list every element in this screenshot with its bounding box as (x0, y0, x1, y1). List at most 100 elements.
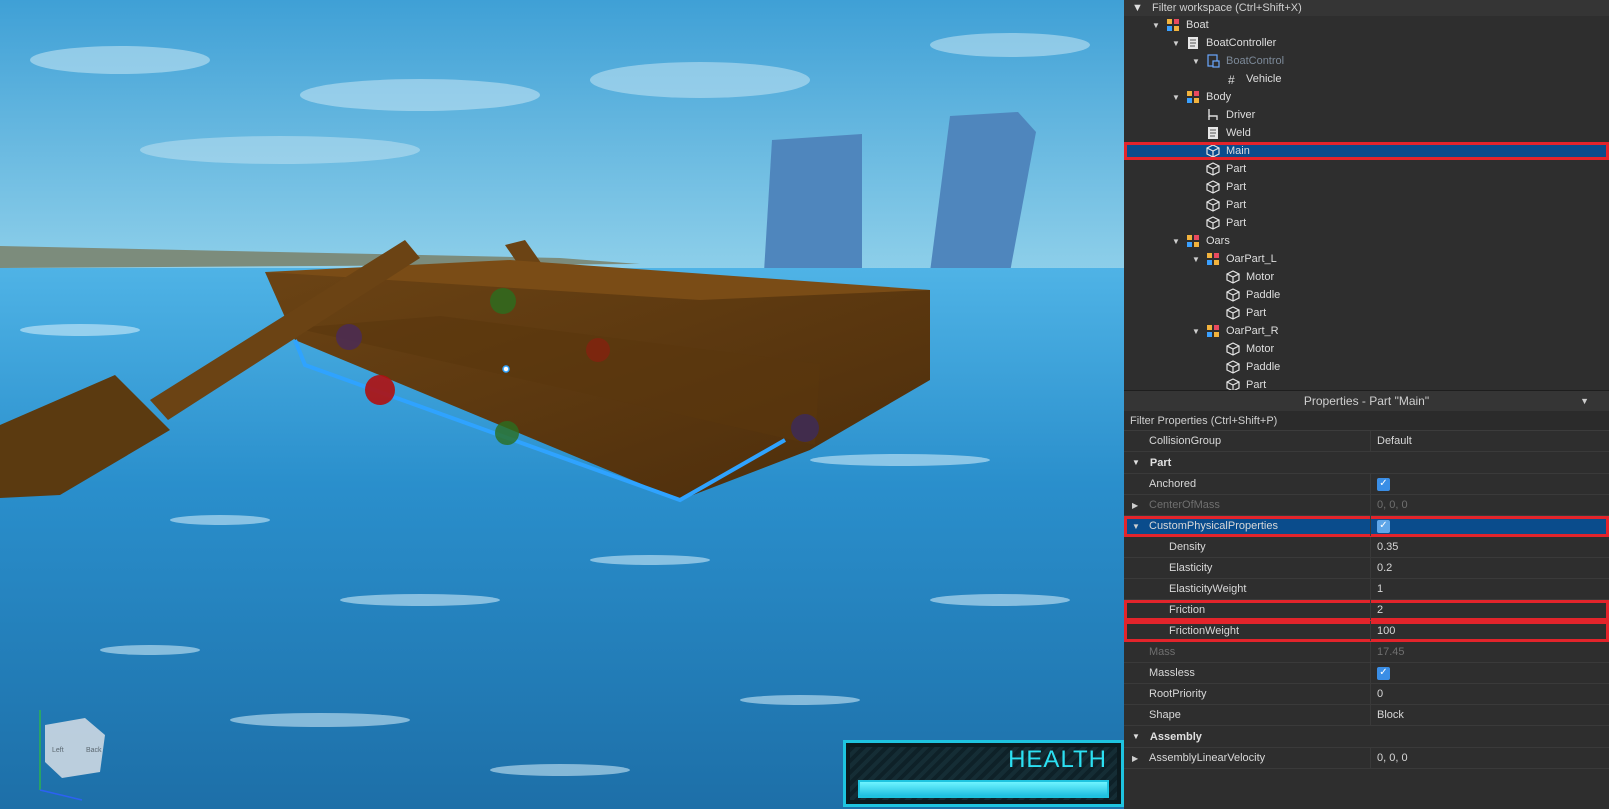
property-row-density[interactable]: Density 0.35 (1124, 537, 1609, 558)
explorer-item-oarpart-r[interactable]: ▼ OarPart_R (1124, 322, 1609, 340)
explorer-tree: ▼ Boat ▼ BoatController ▼ BoatControl # Vehicle… (1124, 16, 1609, 390)
property-row-frictionweight[interactable]: FrictionWeight 100 (1124, 621, 1609, 642)
explorer-item-part[interactable]: Part (1124, 196, 1609, 214)
property-row-customphysicalproperties[interactable]: ▼ CustomPhysicalProperties ✓ (1124, 516, 1609, 537)
collapse-arrow-icon[interactable]: ▶ (1132, 501, 1138, 510)
expand-arrow-icon[interactable]: ▼ (1170, 93, 1182, 102)
explorer-item-label: Part (1226, 199, 1247, 211)
explorer-item-part[interactable]: Part (1124, 304, 1609, 322)
property-value[interactable]: 0, 0, 0 (1377, 752, 1408, 764)
explorer-item-weld[interactable]: Weld (1124, 124, 1609, 142)
health-bar-fill (860, 782, 1107, 796)
property-row-shape[interactable]: Shape Block (1124, 705, 1609, 726)
script-icon (1186, 36, 1200, 50)
property-value[interactable]: 0, 0, 0 (1377, 499, 1408, 511)
explorer-item-part[interactable]: Part (1124, 214, 1609, 232)
cube-face-back: Back (86, 747, 102, 754)
explorer-item-part[interactable]: Part (1124, 160, 1609, 178)
chevron-down-icon[interactable]: ▼ (1580, 396, 1589, 406)
property-row-massless[interactable]: Massless ✓ (1124, 663, 1609, 684)
property-value[interactable]: Default (1377, 435, 1412, 447)
property-name: AssemblyLinearVelocity (1149, 752, 1266, 764)
section-assembly[interactable]: ▼ Assembly (1124, 726, 1609, 748)
properties-filter-input[interactable]: Filter Properties (Ctrl+Shift+P) (1130, 415, 1277, 427)
property-row-collisiongroup[interactable]: CollisionGroup Default (1124, 431, 1609, 452)
explorer-item-paddle[interactable]: Paddle (1124, 286, 1609, 304)
expand-arrow-icon[interactable]: ▼ (1132, 458, 1140, 467)
explorer-item-paddle[interactable]: Paddle (1124, 358, 1609, 376)
expand-arrow-icon[interactable]: ▼ (1190, 57, 1202, 66)
explorer-item-main[interactable]: Main (1124, 142, 1609, 160)
property-value[interactable]: Block (1377, 709, 1404, 721)
property-checkbox[interactable]: ✓ (1377, 519, 1390, 533)
part-icon (1206, 216, 1220, 230)
property-value[interactable]: 0 (1377, 688, 1383, 700)
explorer-panel: ▼ Filter workspace (Ctrl+Shift+X) ▼ Boat ▼… (1124, 0, 1609, 390)
explorer-filter[interactable]: ▼ Filter workspace (Ctrl+Shift+X) (1124, 0, 1609, 16)
explorer-item-label: Motor (1246, 271, 1275, 283)
property-row-friction[interactable]: Friction 2 (1124, 600, 1609, 621)
cube-face-left: Left (52, 747, 64, 754)
property-checkbox[interactable]: ✓ (1377, 666, 1390, 680)
game-viewport[interactable]: Left Back HEALTH (0, 0, 1124, 809)
property-row-elasticityweight[interactable]: ElasticityWeight 1 (1124, 579, 1609, 600)
explorer-item-body[interactable]: ▼ Body (1124, 88, 1609, 106)
property-value[interactable]: 100 (1377, 625, 1395, 637)
properties-title: Properties - Part "Main" (1303, 394, 1430, 408)
script-icon (1206, 126, 1220, 140)
explorer-item-motor[interactable]: Motor (1124, 268, 1609, 286)
explorer-item-boatcontrol[interactable]: ▼ BoatControl (1124, 52, 1609, 70)
explorer-item-driver[interactable]: Driver (1124, 106, 1609, 124)
explorer-item-label: Paddle (1246, 361, 1281, 373)
expand-arrow-icon[interactable]: ▼ (1170, 39, 1182, 48)
explorer-item-part[interactable]: Part (1124, 376, 1609, 390)
property-name: Density (1169, 541, 1206, 553)
property-row-centerofmass[interactable]: ▶ CenterOfMass 0, 0, 0 (1124, 495, 1609, 516)
property-value[interactable]: 0.35 (1377, 541, 1398, 553)
filter-icon[interactable]: ▼ (1132, 2, 1152, 14)
properties-filter[interactable]: Filter Properties (Ctrl+Shift+P) (1124, 411, 1609, 431)
part-icon (1226, 342, 1240, 356)
collapse-arrow-icon[interactable]: ▶ (1132, 754, 1138, 763)
property-value[interactable]: 2 (1377, 604, 1383, 616)
part-icon (1226, 360, 1240, 374)
explorer-item-motor[interactable]: Motor (1124, 340, 1609, 358)
explorer-item-label: Body (1206, 91, 1232, 103)
property-value[interactable]: 17.45 (1377, 646, 1405, 658)
part-icon (1206, 180, 1220, 194)
property-name: CollisionGroup (1149, 435, 1222, 447)
explorer-item-part[interactable]: Part (1124, 178, 1609, 196)
expand-arrow-icon[interactable]: ▼ (1190, 327, 1202, 336)
explorer-item-oarpart-l[interactable]: ▼ OarPart_L (1124, 250, 1609, 268)
property-name: Shape (1149, 709, 1181, 721)
explorer-item-label: OarPart_R (1226, 325, 1279, 337)
expand-arrow-icon[interactable]: ▼ (1190, 255, 1202, 264)
property-value[interactable]: 1 (1377, 583, 1383, 595)
property-name: Friction (1169, 604, 1206, 616)
property-row-anchored[interactable]: Anchored ✓ (1124, 474, 1609, 495)
explorer-filter-input[interactable]: Filter workspace (Ctrl+Shift+X) (1152, 2, 1302, 14)
explorer-item-label: Oars (1206, 235, 1230, 247)
explorer-item-boatcontroller[interactable]: ▼ BoatController (1124, 34, 1609, 52)
section-part[interactable]: ▼ Part (1124, 452, 1609, 474)
explorer-item-label: Part (1246, 379, 1267, 390)
expand-arrow-icon[interactable]: ▼ (1150, 21, 1162, 30)
property-row-rootpriority[interactable]: RootPriority 0 (1124, 684, 1609, 705)
model-icon (1186, 90, 1200, 104)
expand-arrow-icon[interactable]: ▼ (1132, 732, 1140, 741)
expand-arrow-icon[interactable]: ▼ (1170, 237, 1182, 246)
property-checkbox[interactable]: ✓ (1377, 477, 1390, 491)
explorer-item-vehicle[interactable]: # Vehicle (1124, 70, 1609, 88)
svg-text:#: # (1228, 73, 1235, 86)
pivot-marker (502, 365, 510, 373)
part-icon (1226, 306, 1240, 320)
property-row-elasticity[interactable]: Elasticity 0.2 (1124, 558, 1609, 579)
property-value[interactable]: 0.2 (1377, 562, 1392, 574)
property-name: Elasticity (1169, 562, 1213, 574)
model-icon (1186, 234, 1200, 248)
explorer-item-oars[interactable]: ▼ Oars (1124, 232, 1609, 250)
property-row-assemblylinearvelocity[interactable]: ▶ AssemblyLinearVelocity 0, 0, 0 (1124, 748, 1609, 769)
expand-arrow-icon[interactable]: ▼ (1132, 522, 1140, 531)
property-row-mass[interactable]: Mass 17.45 (1124, 642, 1609, 663)
explorer-item-boat[interactable]: ▼ Boat (1124, 16, 1609, 34)
